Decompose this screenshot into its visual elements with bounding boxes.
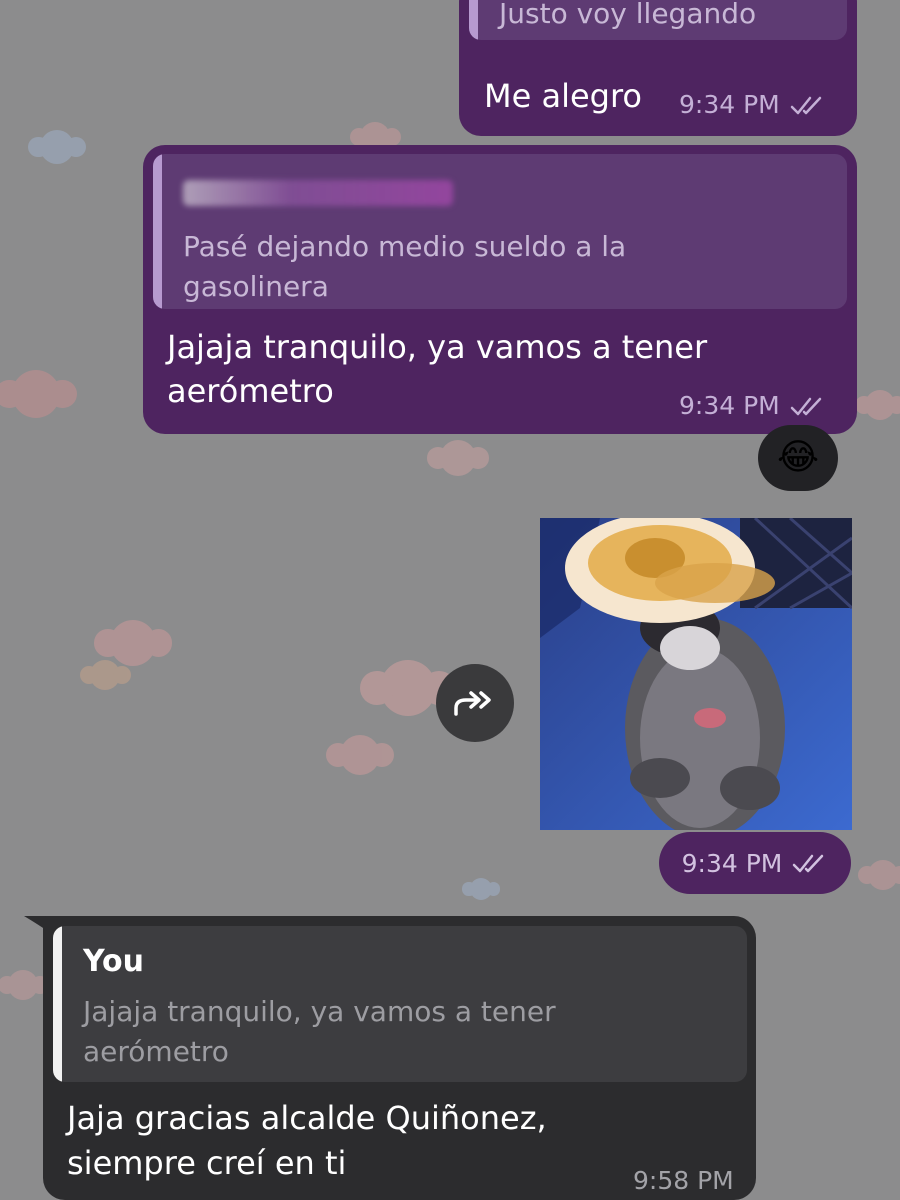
outgoing-message-bubble[interactable]: Justo voy llegando Me alegro 9:34 PM [459,0,857,136]
laughing-tears-emoji-icon: 😂 [776,437,820,478]
reply-preview[interactable]: You Jajaja tranquilo, ya vamos a tener a… [53,926,747,1082]
reply-sender-name: You [83,944,144,979]
reaction-badge[interactable]: 😂 [758,425,838,491]
message-time: 9:58 PM [633,1166,734,1195]
reply-sender-redacted [183,180,453,206]
double-check-icon [790,96,821,114]
message-text: siempre creí en ti [67,1144,347,1182]
message-meta: 9:58 PM [633,1166,734,1195]
message-time: 9:34 PM [679,90,780,119]
message-time: 9:34 PM [681,848,783,878]
reply-preview-text: aerómetro [83,1035,229,1068]
message-text: aerómetro [167,372,334,410]
reply-preview-text: Justo voy llegando [499,0,757,30]
reply-accent-bar [469,0,478,40]
double-check-icon [790,397,821,415]
reply-preview[interactable]: Justo voy llegando [469,0,847,40]
forward-button[interactable] [436,664,514,742]
double-check-icon [793,854,824,873]
message-text: Jajaja tranquilo, ya vamos a tener [167,328,708,366]
reply-preview[interactable]: Pasé dejando medio sueldo a la gasoliner… [153,154,847,309]
incoming-message-bubble[interactable]: You Jajaja tranquilo, ya vamos a tener a… [43,916,756,1200]
outgoing-message-bubble[interactable]: Pasé dejando medio sueldo a la gasoliner… [143,145,857,434]
message-meta: 9:34 PM [679,90,826,119]
gif-media[interactable] [540,518,852,830]
reply-preview-text: Pasé dejando medio sueldo a la [183,230,627,263]
message-meta: 9:34 PM [659,832,851,894]
reply-accent-bar [153,154,162,309]
message-text: Jaja gracias alcalde Quiñonez, [67,1099,547,1137]
forward-icon [454,691,491,716]
reply-preview-text: gasolinera [183,270,329,303]
raccoon-with-toast-gif [540,518,852,830]
reply-preview-text: Jajaja tranquilo, ya vamos a tener [83,995,556,1028]
reply-accent-bar [53,926,62,1082]
message-text: Me alegro [484,77,642,115]
message-meta: 9:34 PM [679,391,826,420]
message-time: 9:34 PM [679,391,780,420]
